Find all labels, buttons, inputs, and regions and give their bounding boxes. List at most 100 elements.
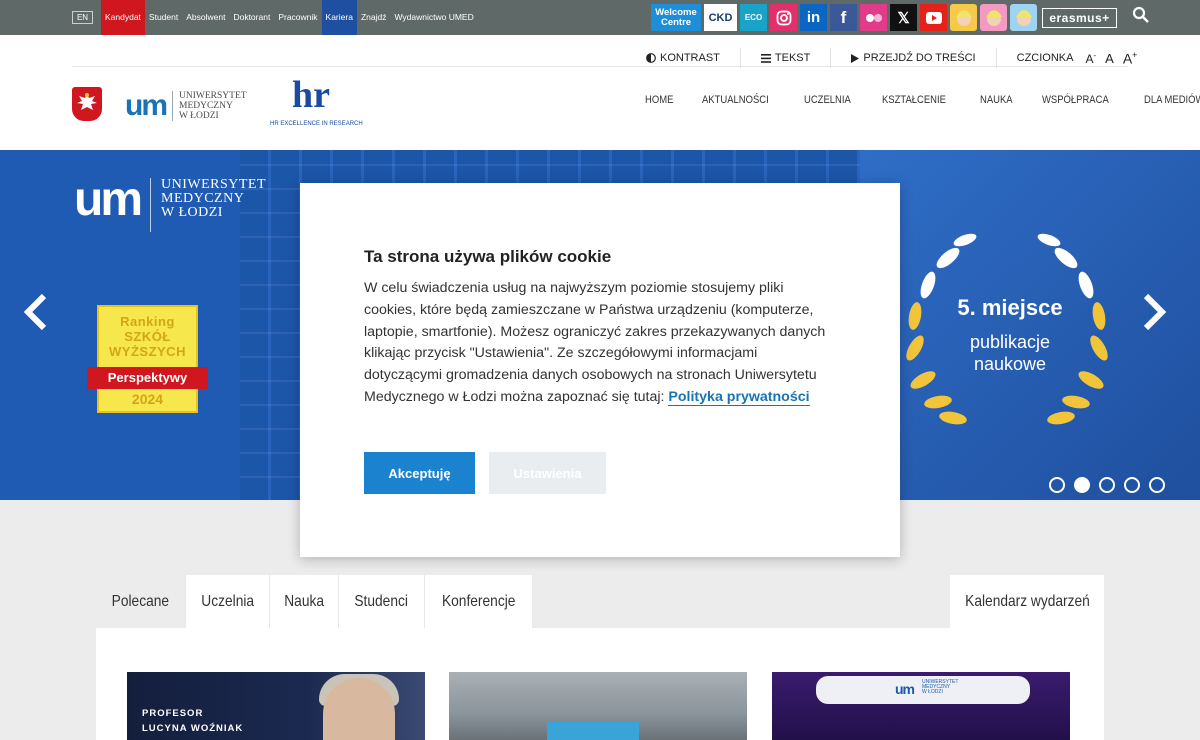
- facebook-icon[interactable]: f: [830, 4, 857, 31]
- text-version-toggle[interactable]: TEKST: [760, 52, 810, 64]
- search-icon[interactable]: [1132, 6, 1150, 24]
- privacy-policy-link[interactable]: Polityka prywatności: [668, 388, 810, 406]
- instagram-icon[interactable]: [770, 4, 797, 31]
- avatar-icon-1[interactable]: [950, 4, 977, 31]
- toplink-pracownik[interactable]: Pracownik: [274, 0, 321, 35]
- event-calendar-label: Kalendarz wydarzeń: [964, 593, 1090, 610]
- hero-name-line2: MEDYCZNY: [161, 191, 245, 206]
- ranking-place-sub2: naukowe: [973, 354, 1047, 374]
- tab-uczelnia[interactable]: Uczelnia: [185, 575, 271, 628]
- avatar-icon-3[interactable]: [1010, 4, 1037, 31]
- nav-uczelnia[interactable]: UCZELNIA: [804, 94, 851, 106]
- cookie-dialog-body: W celu świadczenia usług na najwyższym p…: [364, 278, 834, 409]
- toplink-wydawnictwo[interactable]: Wydawnictwo UMED: [390, 0, 477, 35]
- ranking-place-title: 5. miejsce: [957, 295, 1063, 320]
- university-logo[interactable]: um UNIWERSYTET MEDYCZNY W ŁODZI: [125, 91, 247, 121]
- ranking-line3: WYŻSZYCH: [109, 344, 186, 359]
- event-calendar-tab[interactable]: Kalendarz wydarzeń: [950, 575, 1104, 628]
- nav-ksztalcenie[interactable]: KSZTAŁCENIE: [882, 94, 946, 106]
- news-card-1[interactable]: PROFESOR LUCYNA WOŹNIAK: [127, 672, 425, 740]
- tab-polecane[interactable]: Polecane: [96, 575, 186, 628]
- tab-polecane-label: Polecane: [111, 593, 170, 610]
- ranking-line1: Ranking: [120, 314, 175, 329]
- news-card-3-logo-mark: um: [895, 681, 915, 697]
- main-navigation: HOME AKTUALNOŚCI UCZELNIA KSZTAŁCENIE NA…: [645, 94, 1200, 106]
- slider-next-arrow-icon[interactable]: [1140, 292, 1168, 332]
- nav-aktualnosci[interactable]: AKTUALNOŚCI: [702, 94, 769, 106]
- hero-university-name: UNIWERSYTET MEDYCZNY W ŁODZI: [161, 178, 266, 220]
- cookie-settings-button[interactable]: Ustawienia: [489, 452, 606, 494]
- font-smaller-button[interactable]: A-: [1085, 51, 1096, 66]
- font-larger-button[interactable]: A+: [1123, 50, 1138, 67]
- accept-cookies-button[interactable]: Akceptuję: [364, 452, 475, 494]
- tab-konferencje-label: Konferencje: [441, 593, 516, 610]
- avatar-icon-2[interactable]: [980, 4, 1007, 31]
- ckd-icon[interactable]: CKD: [704, 4, 737, 31]
- tab-konferencje[interactable]: Konferencje: [424, 575, 533, 628]
- toplink-kariera[interactable]: Kariera: [321, 0, 357, 35]
- poland-emblem-icon: [72, 87, 102, 121]
- news-card-3[interactable]: um UNIWERSYTET MEDYCZNY W ŁODZI: [772, 672, 1070, 740]
- ranking-place: 5. miejsce publikacje naukowe: [890, 295, 1130, 375]
- font-size-controls: A- A A+: [1085, 50, 1137, 67]
- slider-dot-3[interactable]: [1099, 477, 1115, 493]
- university-name-line1: UNIWERSYTET: [179, 91, 247, 101]
- contrast-icon: [646, 53, 656, 63]
- ranking-badge: Ranking SZKÓŁ WYŻSZYCH Perspektywy 2024: [87, 305, 208, 413]
- slider-prev-arrow-icon[interactable]: [22, 292, 50, 332]
- cookie-dialog-title: Ta strona używa plików cookie: [364, 247, 612, 266]
- toplink-student[interactable]: Student: [145, 0, 182, 35]
- hero-um-mark: um: [74, 173, 143, 226]
- x-icon[interactable]: 𝕏: [890, 4, 917, 31]
- nav-wspolpraca[interactable]: WSPÓŁPRACA: [1042, 94, 1109, 106]
- eco-icon[interactable]: ECO: [740, 4, 767, 31]
- slider-dot-1[interactable]: [1049, 477, 1065, 493]
- nav-nauka[interactable]: NAUKA: [980, 94, 1013, 106]
- slider-dots: [1049, 477, 1165, 493]
- slider-dot-5[interactable]: [1149, 477, 1165, 493]
- nav-dla-mediow[interactable]: DLA MEDIÓW: [1144, 94, 1200, 106]
- ranking-line2: SZKÓŁ: [124, 329, 171, 344]
- university-name-line2: MEDYCZNY: [179, 101, 233, 111]
- accessibility-bar: KONTRAST TEKST PRZEJDŹ DO TREŚCI CZCIONK…: [646, 48, 1137, 68]
- toplink-znajdz[interactable]: Znajdź: [357, 0, 391, 35]
- tab-nauka[interactable]: Nauka: [270, 575, 340, 628]
- linkedin-icon[interactable]: in: [800, 4, 827, 31]
- welcome-centre-label: Welcome Centre: [655, 6, 697, 28]
- news-card-3-logo-text: UNIWERSYTET MEDYCZNY W ŁODZI: [922, 680, 958, 695]
- font-normal-button[interactable]: A: [1105, 51, 1114, 66]
- hero-name-line3: W ŁODZI: [161, 205, 223, 220]
- flickr-icon[interactable]: [860, 4, 887, 31]
- news-card-1-line2: LUCYNA WOŹNIAK: [142, 723, 244, 734]
- hr-logo-mark: hr: [292, 74, 330, 116]
- university-name-line3: W ŁODZI: [179, 111, 219, 121]
- audience-links: Kandydat Student Absolwent Doktorant Pra…: [101, 0, 478, 35]
- toplink-doktorant[interactable]: Doktorant: [229, 0, 274, 35]
- slider-dot-4[interactable]: [1124, 477, 1140, 493]
- contrast-label: KONTRAST: [660, 52, 720, 64]
- contrast-toggle[interactable]: KONTRAST: [646, 52, 720, 64]
- ranking-year: 2024: [131, 391, 164, 407]
- slider-dot-2[interactable]: [1074, 477, 1090, 493]
- welcome-centre-icon[interactable]: Welcome Centre: [651, 4, 701, 31]
- hr-logo-caption: HR EXCELLENCE IN RESEARCH: [270, 121, 363, 127]
- youtube-icon[interactable]: [920, 4, 947, 31]
- news-card-1-caption: PROFESOR LUCYNA WOŹNIAK: [142, 706, 243, 736]
- cookie-consent-dialog: Ta strona używa plików cookie W celu świ…: [300, 183, 900, 557]
- hr-excellence-logo[interactable]: hr HR EXCELLENCE IN RESEARCH: [270, 74, 363, 135]
- text-lines-icon: [760, 53, 771, 63]
- language-switch-en[interactable]: EN: [72, 11, 93, 24]
- toplink-absolwent[interactable]: Absolwent: [182, 0, 229, 35]
- play-icon: [851, 53, 860, 63]
- skip-label: PRZEJDŹ DO TREŚCI: [863, 52, 976, 64]
- um-logo-mark: um: [125, 89, 168, 122]
- skip-to-content-link[interactable]: PRZEJDŹ DO TREŚCI: [851, 52, 976, 64]
- news-card-2[interactable]: [449, 672, 747, 740]
- hero-name-line1: UNIWERSYTET: [161, 177, 267, 192]
- nav-home[interactable]: HOME: [645, 94, 673, 106]
- news-content: PROFESOR LUCYNA WOŹNIAK um UNIWERSYTET M…: [96, 628, 1104, 740]
- site-header: KONTRAST TEKST PRZEJDŹ DO TREŚCI CZCIONK…: [0, 35, 1200, 150]
- toplink-kandydat[interactable]: Kandydat: [101, 0, 145, 35]
- erasmus-icon[interactable]: erasmus+: [1042, 8, 1117, 28]
- tab-studenci[interactable]: Studenci: [339, 575, 425, 628]
